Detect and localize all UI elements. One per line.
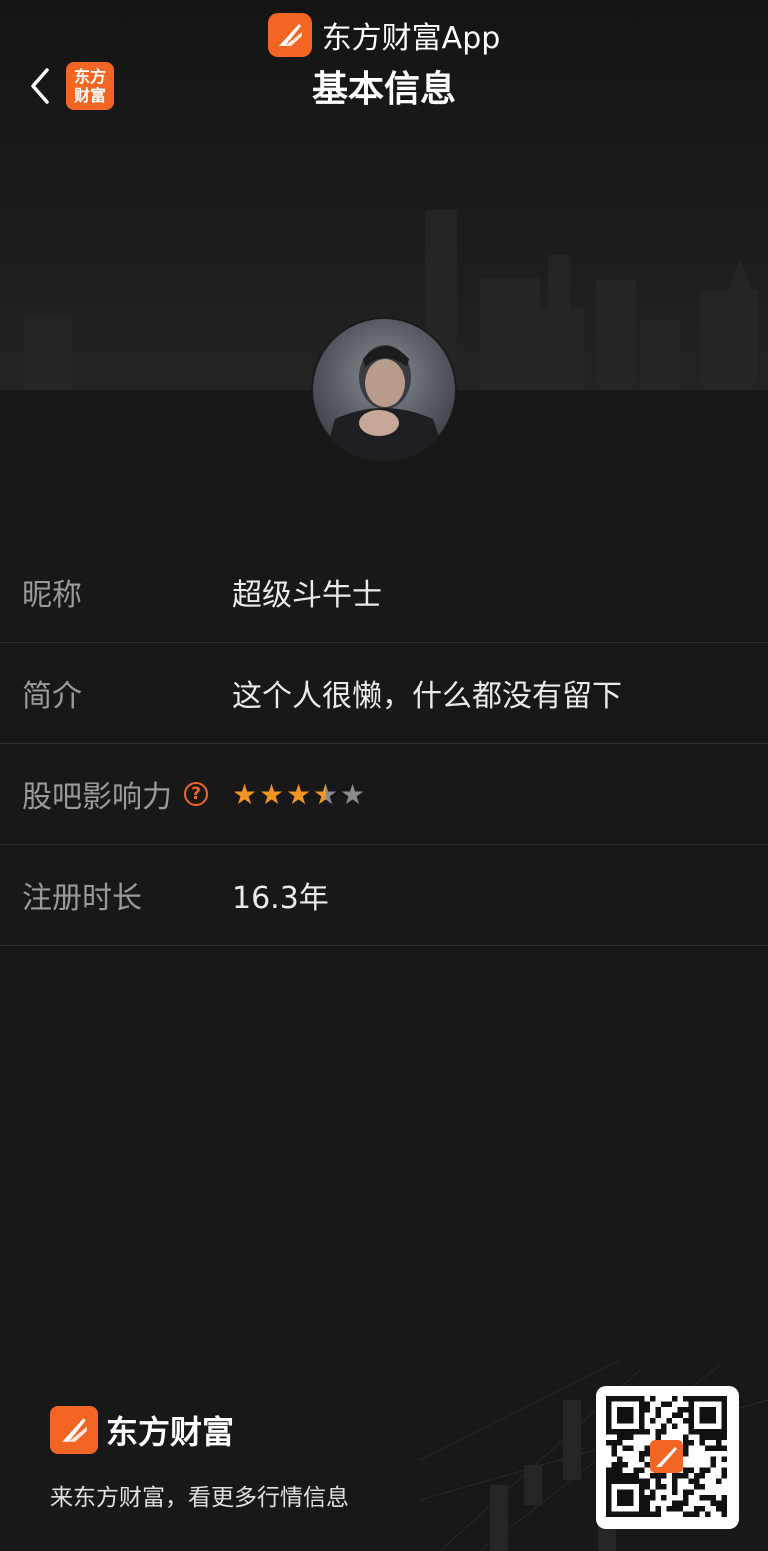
nickname-value: 超级斗牛士	[232, 578, 382, 613]
footer-slogan: 来东方财富，看更多行情信息	[50, 1485, 349, 1511]
registration-row: 注册时长 16.3年	[0, 845, 768, 946]
registration-label: 注册时长	[22, 881, 142, 916]
nickname-row: 昵称 超级斗牛士	[0, 542, 768, 643]
eastmoney-logo-icon	[50, 1406, 98, 1454]
star-full-icon: ★	[286, 777, 312, 811]
star-empty-icon: ★	[340, 777, 366, 811]
app-banner[interactable]: 东方财富App	[0, 12, 768, 58]
footer-brand: 东方财富	[50, 1406, 234, 1454]
influence-rating: ★★★★★★	[232, 778, 365, 811]
star-full-icon: ★	[259, 777, 285, 811]
avatar-portrait	[323, 345, 447, 461]
footer-brand-name: 东方财富	[106, 1413, 235, 1451]
star-full-icon: ★	[232, 777, 258, 811]
nickname-label: 昵称	[22, 578, 82, 613]
bio-value: 这个人很懒，什么都没有留下	[232, 679, 622, 714]
profile-info-list: 昵称 超级斗牛士 简介 这个人很懒，什么都没有留下 股吧影响力 ? ★★★★★★…	[0, 542, 768, 946]
bio-row: 简介 这个人很懒，什么都没有留下	[0, 643, 768, 744]
page-title: 基本信息	[311, 69, 456, 110]
influence-row: 股吧影响力 ? ★★★★★★	[0, 744, 768, 845]
influence-label-wrap: 股吧影响力 ?	[22, 772, 232, 816]
bio-label: 简介	[22, 679, 82, 714]
app-banner-text: 东方财富App	[321, 21, 501, 56]
user-avatar[interactable]	[313, 319, 455, 461]
help-icon[interactable]: ?	[184, 782, 208, 806]
influence-label: 股吧影响力	[22, 780, 172, 815]
registration-value: 16.3年	[232, 881, 329, 916]
footer-promo: 东方财富 来东方财富，看更多行情信息	[0, 1360, 768, 1551]
star-half-icon: ★★	[313, 777, 339, 811]
eastmoney-logo-icon	[267, 13, 312, 57]
qr-code-icon	[596, 1386, 739, 1529]
